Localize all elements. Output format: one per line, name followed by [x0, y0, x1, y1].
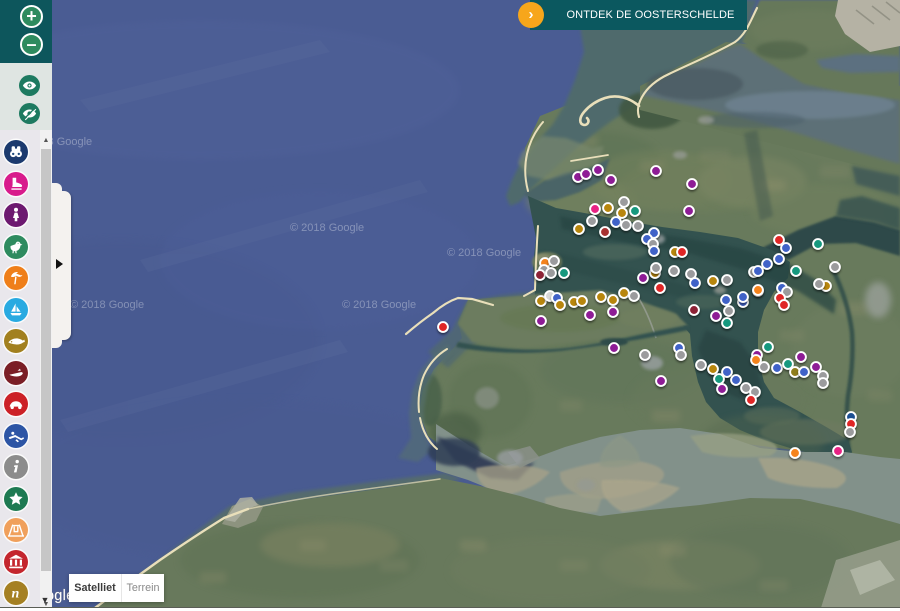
- svg-text:© 2018 Google: © 2018 Google: [342, 299, 416, 311]
- svg-text:n: n: [12, 587, 20, 602]
- svg-text:© 2018 Google: © 2018 Google: [447, 247, 521, 259]
- svg-text:© 2018 Google: © 2018 Google: [290, 222, 364, 234]
- svg-text:© 2018 Google: © 2018 Google: [70, 299, 144, 311]
